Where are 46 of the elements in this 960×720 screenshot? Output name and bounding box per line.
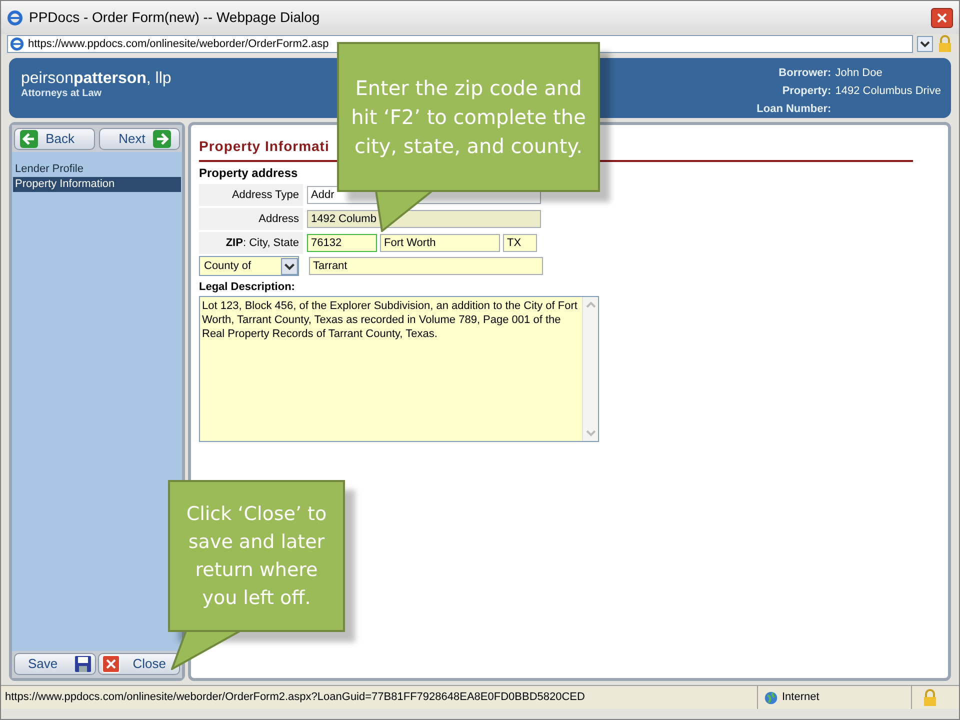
subheading: Property address — [199, 165, 299, 182]
close-button[interactable]: Close — [98, 653, 180, 675]
field-label: ZIP: City, State — [199, 232, 303, 254]
field-label: Address — [199, 208, 303, 230]
save-button[interactable]: Save — [14, 653, 96, 675]
back-button[interactable]: Back — [14, 128, 96, 150]
left-arrow-icon — [20, 130, 38, 148]
close-icon — [102, 655, 120, 673]
dropdown-icon — [281, 258, 298, 274]
status-text: https://www.ppdocs.com/onlinesite/weborder/OrderForm2.aspx?LoanGuid=77B81FF7928648EA8E0FD0BBD5820CED — [4, 690, 586, 706]
field-label: Address Type — [199, 184, 303, 206]
browser-icon — [10, 37, 24, 51]
legal-description-field[interactable]: Lot 123, Block 456, of the Explorer Subdivision, an addition to the City of Fort Worth, Tarrant County, Texas as recorded in Volume 789, Page 001 of the Real Property Records of Tarrant County, Texas. — [199, 296, 599, 442]
browser-icon — [7, 10, 23, 26]
window-title: PPDocs - Order Form(new) -- Webpage Dialog — [29, 8, 320, 27]
info-value: 1492 Columbus Drive — [835, 84, 941, 98]
scrollbar[interactable] — [582, 296, 598, 440]
input-field[interactable]: TX — [503, 234, 537, 252]
info-label: Property: — [781, 84, 832, 98]
field-label: Legal Description: — [199, 280, 296, 295]
dropdown-icon[interactable] — [917, 36, 933, 52]
next-button[interactable]: Next — [99, 128, 180, 150]
company-logo: peirsonpatterson, llp — [21, 70, 172, 88]
right-arrow-icon — [153, 130, 172, 148]
tooltip-pointer — [375, 190, 433, 232]
input-field[interactable]: Fort Worth — [380, 234, 500, 252]
close-button[interactable] — [931, 8, 953, 28]
nav-item[interactable]: Property Information — [13, 177, 181, 192]
info-value: John Doe — [835, 66, 884, 80]
county-select[interactable]: County of — [199, 256, 299, 276]
hint-tooltip: Enter the zip code and hit ‘F2’ to complete the city, state, and county. — [337, 42, 600, 192]
lock-icon — [922, 688, 938, 706]
county-field[interactable]: Tarrant — [309, 257, 543, 275]
zone-label: Internet — [782, 690, 820, 706]
globe-icon — [764, 690, 778, 704]
info-label: Borrower: — [778, 66, 832, 80]
tagline: Attorneys at Law — [21, 88, 103, 99]
lock-icon — [937, 35, 953, 53]
section-title: Property Informati — [199, 138, 330, 154]
info-label: Loan Number: — [756, 102, 832, 116]
input-field[interactable]: 1492 Columb — [307, 210, 541, 228]
close-icon — [937, 12, 947, 22]
tooltip-pointer — [171, 630, 241, 670]
nav-item[interactable]: Lender Profile — [13, 162, 181, 177]
hint-tooltip: Click ‘Close’ to save and later return where you left off. — [168, 480, 345, 632]
input-field[interactable]: 76132 — [307, 234, 377, 252]
